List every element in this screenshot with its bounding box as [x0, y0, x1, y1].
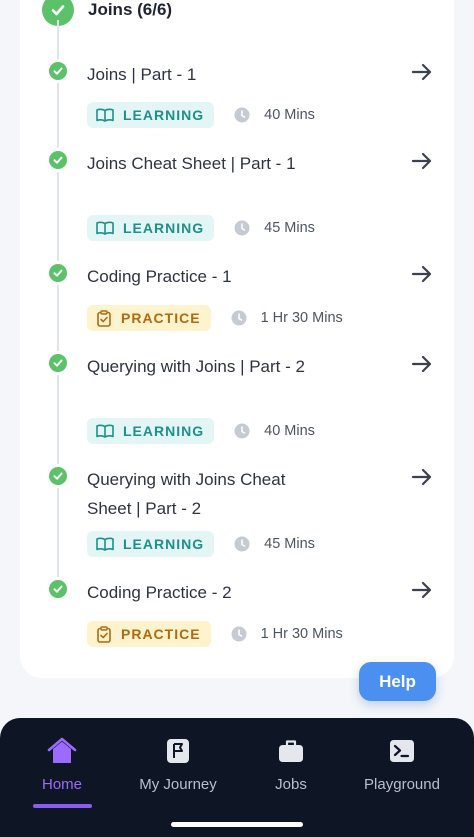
bottom-nav: Home My Journey Jobs Playground	[0, 718, 474, 837]
check-icon	[49, 580, 67, 598]
type-badge: LEARNING	[87, 102, 215, 128]
item-title: Coding Practice - 1	[87, 267, 232, 286]
check-icon	[49, 62, 67, 80]
arrow-right-icon[interactable]	[408, 576, 436, 604]
home-icon	[47, 736, 77, 766]
clock-icon	[234, 107, 250, 123]
book-icon	[96, 221, 114, 235]
duration: 40 Mins	[234, 423, 315, 439]
nav-item-jobs[interactable]: Jobs	[236, 736, 346, 793]
arrow-right-icon[interactable]	[408, 463, 436, 491]
check-icon	[49, 264, 67, 282]
type-badge: LEARNING	[87, 531, 215, 557]
briefcase-icon	[278, 736, 304, 766]
arrow-right-icon[interactable]	[408, 147, 436, 175]
section-header[interactable]: Joins (6/6)	[42, 0, 172, 26]
arrow-right-icon[interactable]	[408, 58, 436, 86]
nav-item-home[interactable]: Home	[7, 736, 117, 793]
duration: 45 Mins	[234, 220, 315, 236]
terminal-icon	[389, 736, 415, 766]
check-icon	[49, 467, 67, 485]
duration: 1 Hr 30 Mins	[231, 626, 343, 642]
clock-icon	[234, 536, 250, 552]
nav-item-playground[interactable]: Playground	[347, 736, 457, 793]
item-title: Joins Cheat Sheet | Part - 1	[87, 154, 296, 173]
nav-item-my-journey[interactable]: My Journey	[123, 736, 233, 793]
item-meta: LEARNING 45 Mins	[87, 531, 315, 557]
item-title: Querying with Joins Cheat Sheet | Part -…	[87, 470, 286, 518]
type-badge: PRACTICE	[87, 621, 211, 647]
type-badge: PRACTICE	[87, 305, 211, 331]
item-meta: LEARNING 40 Mins	[87, 102, 315, 128]
item-title: Coding Practice - 2	[87, 583, 232, 602]
clock-icon	[234, 423, 250, 439]
check-icon	[49, 354, 67, 372]
clock-icon	[231, 626, 247, 642]
duration: 40 Mins	[234, 107, 315, 123]
clipboard-check-icon	[96, 309, 112, 327]
book-icon	[96, 108, 114, 122]
active-tab-indicator	[33, 804, 92, 808]
home-indicator	[171, 822, 303, 827]
item-meta: PRACTICE 1 Hr 30 Mins	[87, 305, 343, 331]
book-icon	[96, 537, 114, 551]
section-title: Joins (6/6)	[88, 0, 173, 19]
arrow-right-icon[interactable]	[408, 350, 436, 378]
check-icon	[49, 151, 67, 169]
help-button[interactable]: Help	[359, 662, 436, 701]
item-meta: LEARNING 40 Mins	[87, 418, 315, 444]
duration: 45 Mins	[234, 536, 315, 552]
timeline-line	[57, 20, 59, 590]
clock-icon	[234, 220, 250, 236]
clock-icon	[231, 310, 247, 326]
flag-icon	[166, 736, 190, 766]
type-badge: LEARNING	[87, 215, 215, 241]
type-badge: LEARNING	[87, 418, 215, 444]
book-icon	[96, 424, 114, 438]
clipboard-check-icon	[96, 625, 112, 643]
item-meta: LEARNING 45 Mins	[87, 215, 315, 241]
duration: 1 Hr 30 Mins	[231, 310, 343, 326]
item-title: Querying with Joins | Part - 2	[87, 357, 305, 376]
arrow-right-icon[interactable]	[408, 260, 436, 288]
item-meta: PRACTICE 1 Hr 30 Mins	[87, 621, 343, 647]
item-title: Joins | Part - 1	[87, 65, 197, 84]
